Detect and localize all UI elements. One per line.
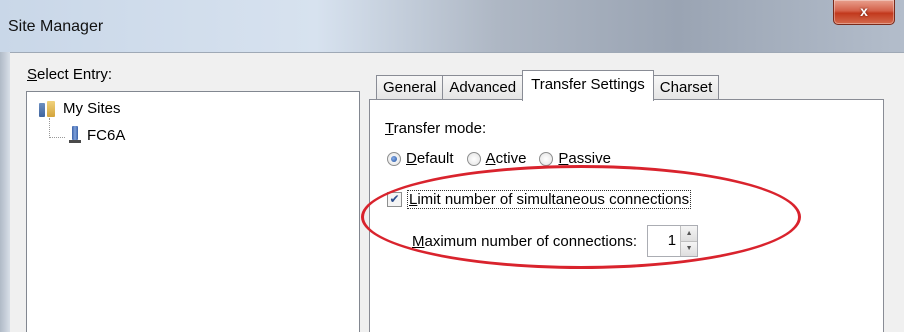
tree-connector (49, 137, 65, 138)
limit-connections-checkbox[interactable]: ✔ (387, 192, 402, 207)
max-connections-value[interactable]: 1 (648, 226, 680, 256)
stepper-down-icon[interactable]: ▼ (681, 240, 698, 256)
radio-passive-label[interactable]: Passive (558, 150, 611, 167)
tab-bar: General Advanced Transfer Settings Chars… (376, 70, 720, 101)
close-button[interactable]: x (833, 0, 895, 25)
radio-active-label[interactable]: Active (486, 150, 527, 167)
max-connections-label: Maximum number of connections: (412, 232, 638, 250)
close-icon: x (860, 3, 868, 19)
transfer-settings-panel: Transfer mode: Default Active Passive ✔ … (369, 99, 884, 332)
radio-active[interactable] (466, 151, 481, 166)
limit-connections-label[interactable]: Limit number of simultaneous connections (407, 190, 692, 209)
radio-default[interactable] (387, 151, 401, 166)
radio-passive[interactable] (539, 151, 554, 166)
tree-item-label: FC6A (87, 126, 126, 144)
limit-connections-row[interactable]: ✔ Limit number of simultaneous connectio… (387, 190, 692, 209)
site-tree[interactable]: My Sites FC6A (26, 91, 360, 332)
transfer-mode-label: Transfer mode: (385, 120, 487, 137)
server-icon (69, 126, 81, 144)
folder-icon (39, 100, 57, 117)
tab-advanced[interactable]: Advanced (442, 75, 524, 100)
window-edge (0, 52, 10, 332)
transfer-mode-options: Default Active Passive (387, 150, 619, 167)
max-connections-stepper[interactable]: 1 ▲ ▼ (647, 225, 699, 257)
select-entry-label: Select Entry: (27, 66, 113, 83)
tree-item-my-sites[interactable]: My Sites (39, 100, 121, 117)
tab-general[interactable]: General (376, 75, 444, 100)
tree-item-label: My Sites (63, 100, 121, 117)
stepper-buttons: ▲ ▼ (680, 226, 698, 256)
tree-connector (49, 118, 50, 138)
window-title: Site Manager (8, 18, 104, 35)
site-manager-window: Site Manager x Select Entry: My Sites FC… (0, 0, 904, 332)
stepper-up-icon[interactable]: ▲ (681, 226, 698, 241)
title-bar[interactable]: Site Manager x (0, 0, 904, 53)
tab-charset[interactable]: Charset (652, 75, 720, 100)
radio-default-label[interactable]: Default (406, 150, 454, 167)
max-connections-row: Maximum number of connections: 1 ▲ ▼ (412, 225, 699, 257)
tab-transfer-settings[interactable]: Transfer Settings (522, 70, 654, 101)
tree-item-fc6a[interactable]: FC6A (69, 126, 125, 144)
